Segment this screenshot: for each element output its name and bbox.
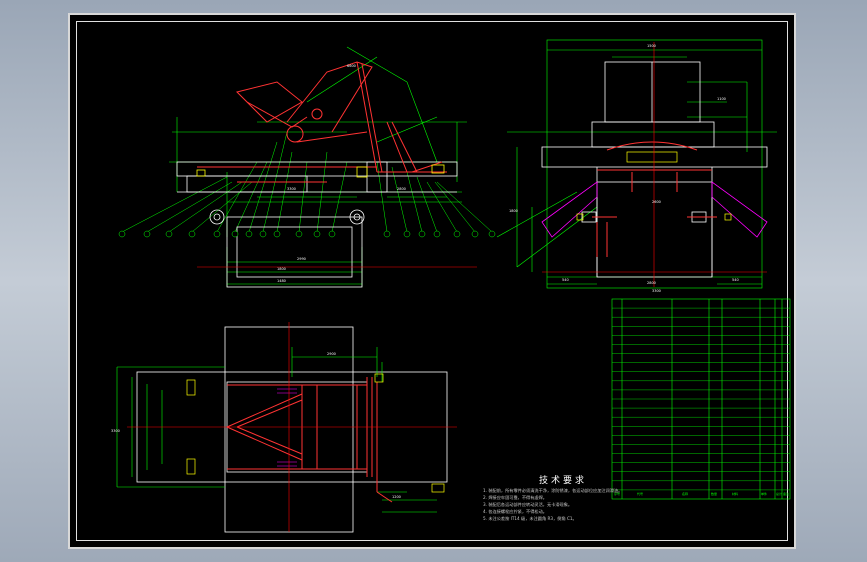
drawing-border: 序号 代号 名称 数量 材料 单件 总计 备注 2990 1800 1480 3… [76, 21, 791, 541]
dim-side-2: 1100 [717, 97, 726, 101]
note-line-5: 5. 未注公差按 IT14 级，未注圆角 R3，倒角 C1。 [483, 516, 577, 521]
dimension-labels: 2990 1800 1480 3300 2800 6600 1500 1100 … [111, 44, 739, 499]
dim-front-3: 1480 [277, 279, 286, 283]
drawing-sheet: 序号 代号 名称 数量 材料 单件 总计 备注 2990 1800 1480 3… [68, 13, 796, 549]
technical-notes-title: 技术要求 [538, 476, 587, 486]
header-qty: 数量 [711, 491, 717, 496]
dim-front-5: 2800 [397, 187, 406, 191]
dim-side-1: 1500 [647, 44, 656, 48]
plan-view [116, 322, 457, 533]
dim-front-4: 3300 [287, 187, 296, 191]
header-total: 总计 [776, 491, 782, 496]
dim-side-6: 3300 [652, 289, 661, 293]
side-view [496, 39, 777, 289]
parts-list-header: 序号 代号 名称 数量 材料 单件 总计 备注 [614, 491, 789, 496]
technical-notes: 技术要求 1. 装配前，所有零件必须清洗干净，涂防锈漆，各运动部位应加注润滑油。… [483, 476, 623, 522]
dim-side-4: 2800 [647, 281, 656, 285]
dim-front-2: 1800 [277, 267, 286, 271]
header-unit-weight: 单件 [761, 491, 767, 496]
parts-list-rows [612, 307, 790, 491]
dim-side-8: 540 [732, 278, 739, 282]
header-name: 名称 [682, 491, 688, 496]
front-view [118, 46, 496, 288]
note-line-1: 1. 装配前，所有零件必须清洗干净，涂防锈漆，各运动部位应加注润滑油。 [483, 488, 623, 493]
dim-plan-3: 1200 [392, 495, 401, 499]
dim-plan-1: 2900 [327, 352, 336, 356]
cad-drawing: 序号 代号 名称 数量 材料 单件 总计 备注 2990 1800 1480 3… [111, 39, 791, 533]
note-line-4: 4. 各连接螺栓应拧紧，不得松动。 [483, 509, 547, 514]
note-line-3: 3. 装配后各运动部件应转动灵活，无卡滞现象。 [483, 502, 573, 507]
header-code: 代号 [637, 491, 643, 496]
dim-side-3: 2600 [652, 200, 661, 204]
note-line-2: 2. 焊接应牢固可靠，不得有虚焊。 [483, 495, 547, 500]
header-remark: 备注 [783, 491, 789, 496]
dim-side-7: 540 [562, 278, 569, 282]
header-material: 材料 [732, 491, 738, 496]
dim-front-6: 6600 [347, 64, 356, 68]
dim-front-1: 2990 [297, 257, 306, 261]
dim-side-5: 1800 [509, 209, 518, 213]
dim-plan-2: 3300 [111, 429, 120, 433]
